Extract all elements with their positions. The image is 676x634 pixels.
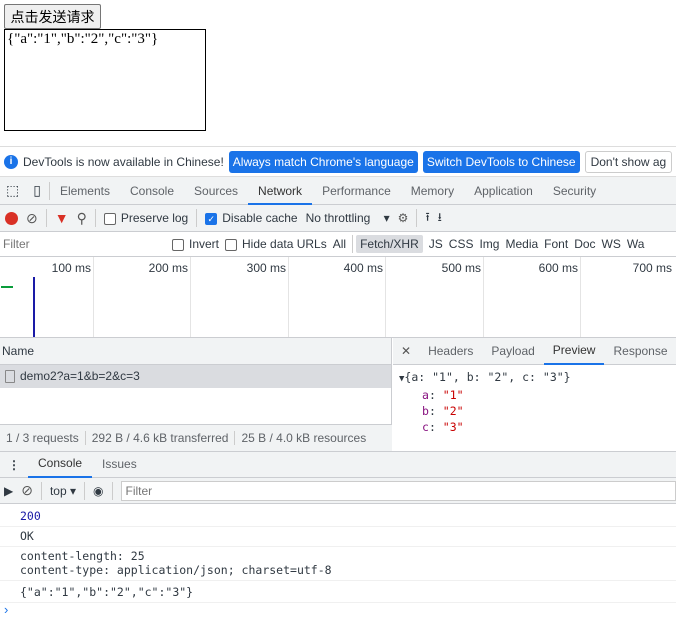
dom-content-loaded-line bbox=[33, 277, 35, 337]
export-har-icon[interactable]: ⭳ bbox=[438, 208, 442, 229]
switch-chinese-button[interactable]: Switch DevTools to Chinese bbox=[422, 150, 580, 173]
invert-checkbox[interactable]: Invert bbox=[172, 237, 219, 251]
close-icon[interactable]: ✕ bbox=[393, 344, 419, 358]
type-ws[interactable]: WS bbox=[602, 237, 621, 251]
type-fetch-xhr[interactable]: Fetch/XHR bbox=[356, 235, 423, 253]
console-prompt-icon[interactable]: › bbox=[4, 602, 8, 617]
tab-payload[interactable]: Payload bbox=[482, 339, 543, 364]
network-toolbar: ⊘ ▼ ⚲ Preserve log ✓ Disable cache No thr… bbox=[0, 205, 676, 232]
preview-prop: b: "2" bbox=[422, 404, 464, 418]
type-all[interactable]: All bbox=[333, 237, 346, 251]
filter-icon[interactable]: ▼ bbox=[55, 210, 69, 226]
tab-console[interactable]: Console bbox=[120, 177, 184, 205]
timeline-tick: 400 ms bbox=[343, 261, 383, 275]
tab-application[interactable]: Application bbox=[464, 177, 543, 205]
drawer-tabbar: ⋮ Console Issues bbox=[0, 451, 676, 478]
context-select[interactable]: top ▾ bbox=[50, 484, 76, 498]
throttling-select[interactable]: No throttling ▾ bbox=[306, 211, 390, 225]
console-toolbar: ▶ ⊘ top ▾ ◉ bbox=[0, 478, 676, 504]
console-message: content-length: 25 content-type: applica… bbox=[0, 546, 676, 581]
request-bar bbox=[1, 286, 13, 288]
clear-console-icon[interactable]: ⊘ bbox=[21, 482, 33, 499]
tab-memory[interactable]: Memory bbox=[401, 177, 464, 205]
tab-security[interactable]: Security bbox=[543, 177, 606, 205]
tab-response[interactable]: Response bbox=[604, 339, 676, 364]
requests-panel: Name demo2?a=1&b=2&c=3 1 / 3 requests 292… bbox=[0, 338, 392, 451]
infobar-message: DevTools is now available in Chinese! bbox=[23, 154, 224, 169]
timeline-tick: 300 ms bbox=[246, 261, 286, 275]
type-doc[interactable]: Doc bbox=[574, 237, 595, 251]
request-detail-panel: ✕ Headers Payload Preview Response ▼{a: … bbox=[393, 338, 676, 451]
name-column-header[interactable]: Name bbox=[0, 338, 391, 365]
info-icon: i bbox=[4, 154, 18, 169]
tab-performance[interactable]: Performance bbox=[312, 177, 401, 205]
more-menu-icon[interactable]: ⋮ bbox=[0, 458, 28, 472]
type-font[interactable]: Font bbox=[544, 237, 568, 251]
device-toolbar-icon[interactable]: ▯ bbox=[25, 182, 49, 199]
import-har-icon[interactable]: ⭱ bbox=[425, 208, 429, 229]
type-css[interactable]: CSS bbox=[449, 237, 474, 251]
type-wasm[interactable]: Wa bbox=[627, 237, 645, 251]
tab-preview[interactable]: Preview bbox=[543, 338, 605, 365]
request-row[interactable]: demo2?a=1&b=2&c=3 bbox=[0, 365, 391, 388]
timeline-tick: 200 ms bbox=[148, 261, 188, 275]
type-media[interactable]: Media bbox=[505, 237, 538, 251]
console-message: 200 bbox=[0, 506, 676, 527]
tab-network[interactable]: Network bbox=[248, 177, 313, 205]
preview-object[interactable]: ▼{a: "1", b: "2", c: "3"} bbox=[399, 369, 670, 387]
preview-prop: a: "1" bbox=[422, 388, 464, 402]
type-img[interactable]: Img bbox=[479, 237, 499, 251]
preview-prop: c: "3" bbox=[422, 420, 464, 434]
drawer-tab-console[interactable]: Console bbox=[28, 451, 93, 478]
hide-data-urls-checkbox[interactable]: Hide data URLs bbox=[225, 237, 327, 251]
live-expression-eye-icon[interactable]: ◉ bbox=[93, 484, 103, 498]
match-language-button[interactable]: Always match Chrome's language bbox=[228, 150, 418, 173]
search-icon[interactable]: ⚲ bbox=[77, 210, 87, 227]
drawer-tab-issues[interactable]: Issues bbox=[92, 452, 147, 477]
timeline-tick: 700 ms bbox=[632, 261, 672, 275]
tab-elements[interactable]: Elements bbox=[50, 177, 120, 205]
tab-headers[interactable]: Headers bbox=[419, 339, 482, 364]
record-icon[interactable] bbox=[5, 211, 18, 225]
console-message: {"a":"1","b":"2","c":"3"} bbox=[0, 582, 676, 603]
console-message: OK bbox=[0, 526, 676, 547]
inspect-element-icon[interactable]: ⬚ bbox=[0, 182, 25, 199]
timeline-tick: 600 ms bbox=[538, 261, 578, 275]
sidebar-toggle-icon[interactable]: ▶ bbox=[4, 484, 13, 498]
timeline-tick: 100 ms bbox=[51, 261, 91, 275]
type-js[interactable]: JS bbox=[429, 237, 443, 251]
document-icon bbox=[5, 370, 15, 384]
response-output: {"a":"1","b":"2","c":"3"} bbox=[4, 29, 206, 131]
preserve-log-checkbox[interactable]: Preserve log bbox=[103, 211, 188, 225]
filter-input[interactable] bbox=[0, 233, 162, 255]
devtools-tabbar: ⬚ ▯ Elements Console Sources Network Per… bbox=[0, 177, 676, 205]
clear-icon[interactable]: ⊘ bbox=[26, 210, 38, 227]
network-timeline[interactable]: 100 ms 200 ms 300 ms 400 ms 500 ms 600 m… bbox=[0, 257, 676, 338]
network-conditions-icon[interactable]: ⚙ bbox=[398, 211, 409, 225]
tab-sources[interactable]: Sources bbox=[184, 177, 248, 205]
language-infobar: i DevTools is now available in Chinese! … bbox=[0, 146, 676, 177]
filter-row: Invert Hide data URLs All Fetch/XHR JS C… bbox=[0, 232, 676, 257]
send-request-button[interactable]: 点击发送请求 bbox=[4, 4, 101, 29]
dont-show-button[interactable]: Don't show ag bbox=[584, 150, 673, 173]
network-summary: 1 / 3 requests 292 B / 4.6 kB transferred… bbox=[0, 424, 392, 451]
disable-cache-checkbox[interactable]: ✓ Disable cache bbox=[205, 211, 298, 225]
timeline-tick: 500 ms bbox=[441, 261, 481, 275]
console-filter-input[interactable] bbox=[120, 480, 676, 501]
